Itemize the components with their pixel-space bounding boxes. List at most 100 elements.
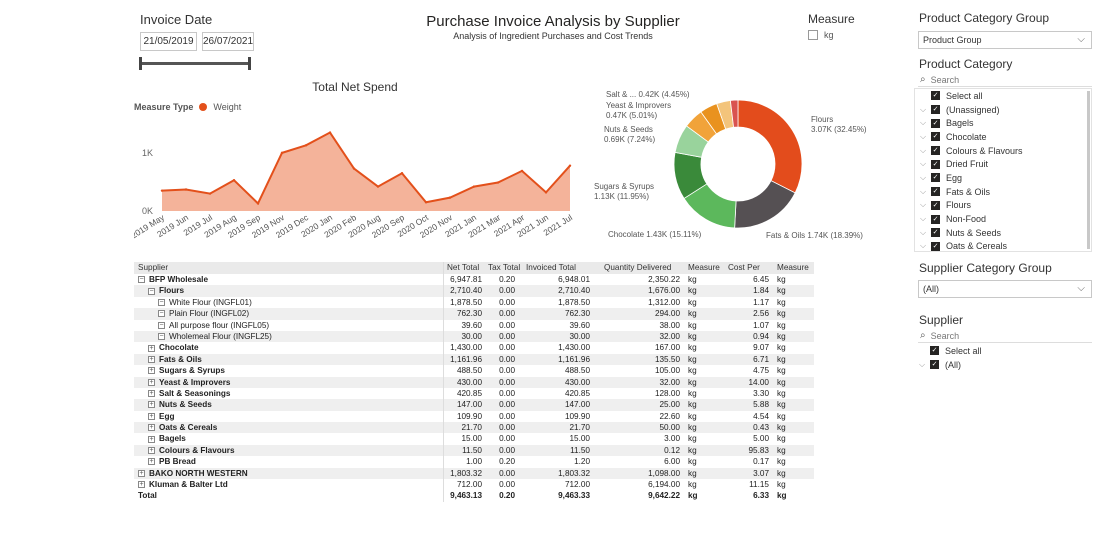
collapse-icon[interactable]: −: [148, 287, 155, 295]
end-date-input[interactable]: 26/07/2021: [202, 32, 254, 51]
expand-icon[interactable]: +: [148, 378, 155, 386]
col-header-tax-total[interactable]: Tax Total: [484, 262, 524, 274]
checkbox-checked-icon[interactable]: ✓: [931, 132, 940, 142]
data-point[interactable]: [184, 188, 188, 191]
donut-slice[interactable]: [737, 99, 803, 194]
data-point[interactable]: [376, 185, 380, 188]
collapse-icon[interactable]: −: [158, 321, 165, 329]
checkbox-checked-icon[interactable]: ✓: [931, 118, 940, 128]
table-row[interactable]: − White Flour (INGFL01) 1,878.50 0.00 1,878.…: [134, 296, 814, 309]
chevron-down-icon[interactable]: ⌵: [915, 200, 931, 210]
chevron-down-icon[interactable]: ⌵: [915, 132, 931, 142]
collapse-icon[interactable]: −: [158, 298, 165, 306]
expand-icon[interactable]: +: [138, 481, 145, 489]
list-item[interactable]: ✓ Select all: [914, 344, 1092, 358]
list-item[interactable]: ⌵ ✓ Non-Food: [915, 212, 1091, 226]
list-scrollbar[interactable]: [1087, 91, 1090, 249]
data-point[interactable]: [448, 196, 452, 199]
table-row[interactable]: − Flours 2,710.40 0.00 2,710.40 1,676.00 kg 1.8…: [134, 285, 814, 297]
chevron-down-icon[interactable]: ⌵: [915, 187, 931, 197]
supplier-list[interactable]: ✓ Select all ⌵ ✓ (All): [914, 344, 1092, 374]
table-row[interactable]: + Kluman & Balter Ltd 712.00 0.00 712.00 6,19…: [134, 479, 814, 491]
checkbox-checked-icon[interactable]: ✓: [931, 214, 940, 224]
collapse-icon[interactable]: −: [138, 276, 145, 284]
table-row[interactable]: + Fats & Oils 1,161.96 0.00 1,161.96 135.50 kg…: [134, 353, 814, 366]
list-item[interactable]: ⌵ ✓ Bagels: [915, 116, 1091, 130]
col-header-net-total[interactable]: Net Total: [444, 262, 484, 274]
data-point[interactable]: [232, 178, 236, 182]
area-chart[interactable]: 0K1K2019 May2019 Jun2019 Jul2019 Aug2019…: [134, 118, 584, 260]
col-header-cost-per[interactable]: Cost Per: [728, 262, 777, 274]
table-row[interactable]: − All purpose flour (INGFL05) 39.60 0.00 39.…: [134, 319, 814, 331]
table-row[interactable]: + BAKO NORTH WESTERN 1,803.32 0.00 1,803.32 1…: [134, 467, 814, 480]
col-header-measure-2[interactable]: Measure: [777, 262, 814, 274]
checkbox-checked-icon[interactable]: ✓: [930, 360, 939, 370]
product-category-search[interactable]: ⌕ Search: [918, 73, 1092, 87]
date-range-slider[interactable]: [140, 62, 250, 65]
expand-icon[interactable]: +: [148, 435, 155, 443]
data-point[interactable]: [352, 167, 356, 170]
chevron-down-icon[interactable]: ⌵: [915, 173, 931, 183]
table-row[interactable]: − BFP Wholesale 6,947.81 0.20 6,948.01 2,350.…: [134, 274, 814, 286]
slider-start-handle[interactable]: [139, 57, 142, 70]
data-point[interactable]: [304, 144, 308, 147]
slider-end-handle[interactable]: [248, 57, 251, 70]
col-header-measure[interactable]: Measure: [688, 262, 728, 274]
expand-icon[interactable]: +: [148, 412, 155, 420]
supplier-matrix[interactable]: Supplier Net Total Tax Total Invoiced To…: [134, 262, 814, 502]
chevron-down-icon[interactable]: ⌵: [914, 360, 930, 370]
data-point[interactable]: [256, 202, 260, 205]
product-category-list[interactable]: ✓ Select all ⌵ ✓ (Unassigned) ⌵ ✓ Bagels ⌵ ✓ Choco…: [914, 88, 1092, 252]
list-item[interactable]: ⌵ ✓ Flours: [915, 199, 1091, 213]
table-row[interactable]: + Colours & Flavours 11.50 0.00 11.50 0.12 kg 9…: [134, 444, 814, 457]
list-item[interactable]: ⌵ ✓ Dried Fruit: [915, 157, 1091, 171]
data-point[interactable]: [208, 192, 212, 195]
chevron-down-icon[interactable]: ⌵: [915, 214, 931, 224]
checkbox-checked-icon[interactable]: ✓: [931, 241, 940, 251]
data-point[interactable]: [496, 181, 500, 184]
list-item[interactable]: ⌵ ✓ Colours & Flavours: [915, 144, 1091, 158]
table-row[interactable]: + Chocolate 1,430.00 0.00 1,430.00 167.00 kg 9.…: [134, 342, 814, 354]
start-date-input[interactable]: 21/05/2019: [140, 32, 197, 51]
data-point[interactable]: [280, 151, 284, 155]
expand-icon[interactable]: +: [148, 424, 155, 432]
expand-icon[interactable]: +: [148, 401, 155, 409]
list-item[interactable]: ⌵ ✓ Oats & Cereals: [915, 240, 1091, 251]
col-header-quantity-delivered[interactable]: Quantity Delivered: [604, 262, 688, 274]
expand-icon[interactable]: +: [148, 355, 155, 363]
checkbox-checked-icon[interactable]: ✓: [931, 200, 940, 210]
checkbox-checked-icon[interactable]: ✓: [931, 91, 940, 101]
list-item[interactable]: ⌵ ✓ (Unassigned): [915, 103, 1091, 117]
list-item[interactable]: ⌵ ✓ Nuts & Seeds: [915, 226, 1091, 240]
data-point[interactable]: [520, 169, 524, 173]
table-row[interactable]: + Yeast & Improvers 430.00 0.00 430.00 32.00 k…: [134, 376, 814, 388]
chevron-down-icon[interactable]: ⌵: [915, 159, 931, 169]
expand-icon[interactable]: +: [148, 458, 155, 466]
table-row[interactable]: + Egg 109.90 0.00 109.90 22.60 kg 4.54 kg: [134, 410, 814, 423]
table-row[interactable]: − Plain Flour (INGFL02) 762.30 0.00 762.30 29…: [134, 308, 814, 320]
expand-icon[interactable]: +: [148, 344, 155, 352]
measure-option-kg[interactable]: kg: [808, 30, 834, 40]
list-item[interactable]: ✓ Select all: [915, 89, 1091, 103]
data-point[interactable]: [544, 191, 548, 194]
table-row[interactable]: + Oats & Cereals 21.70 0.00 21.70 50.00 kg 0.43…: [134, 422, 814, 434]
expand-icon[interactable]: +: [148, 390, 155, 398]
table-row[interactable]: + Salt & Seasonings 420.85 0.00 420.85 128.00…: [134, 387, 814, 400]
table-row[interactable]: + PB Bread 1.00 0.20 1.20 6.00 kg 0.17 kg: [134, 456, 814, 468]
chevron-down-icon[interactable]: ⌵: [915, 241, 931, 251]
collapse-icon[interactable]: −: [158, 333, 165, 341]
checkbox-checked-icon[interactable]: ✓: [931, 105, 940, 115]
supplier-category-group-dropdown[interactable]: (All) ⌵: [918, 280, 1092, 298]
data-point[interactable]: [424, 201, 428, 204]
checkbox-checked-icon[interactable]: ✓: [931, 146, 940, 156]
chevron-down-icon[interactable]: ⌵: [915, 118, 931, 128]
table-row[interactable]: + Nuts & Seeds 147.00 0.00 147.00 25.00 kg 5.88…: [134, 399, 814, 411]
table-row[interactable]: − Wholemeal Flour (INGFL25) 30.00 0.00 30.00…: [134, 330, 814, 343]
chevron-down-icon[interactable]: ⌵: [915, 105, 931, 115]
list-item[interactable]: ⌵ ✓ (All): [914, 358, 1092, 372]
expand-icon[interactable]: +: [148, 367, 155, 375]
list-item[interactable]: ⌵ ✓ Egg: [915, 171, 1091, 185]
data-point[interactable]: [400, 172, 404, 175]
list-item[interactable]: ⌵ ✓ Chocolate: [915, 130, 1091, 144]
col-header-invoiced-total[interactable]: Invoiced Total: [524, 262, 604, 274]
